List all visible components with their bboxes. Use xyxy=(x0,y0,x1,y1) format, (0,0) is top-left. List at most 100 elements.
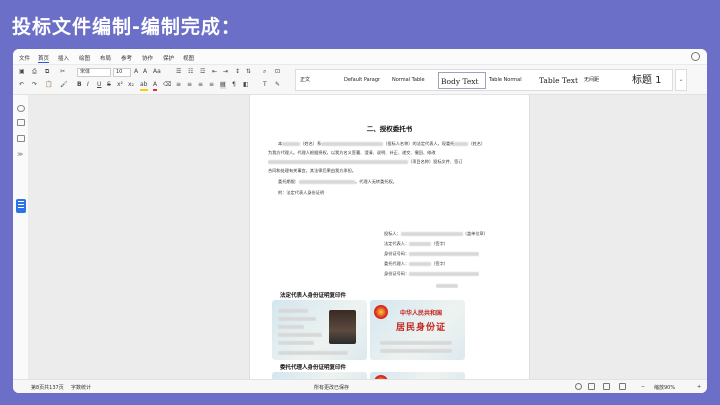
menu-home[interactable]: 首页 xyxy=(38,54,50,63)
highlight-icon[interactable]: ab xyxy=(140,81,148,91)
document-page[interactable]: 二、授权委托书 本（姓名）系 （投标人名称）的法定代表人，现委托 （姓名） 为我方代… xyxy=(249,95,530,379)
cut-icon[interactable]: ✂ xyxy=(60,68,65,76)
distributed-icon[interactable]: ▤ xyxy=(220,81,226,89)
style-gallery: 正文 Default Paragr Normal Table Body Text… xyxy=(295,69,673,91)
id-card-front xyxy=(272,300,367,360)
signature-line: 法定代表人： （签字） xyxy=(384,241,448,246)
menu-draw[interactable]: 绘图 xyxy=(79,54,90,62)
page-info[interactable]: 第8页共137页 xyxy=(31,384,64,391)
card-country: 中华人民共和国 xyxy=(400,310,443,317)
paste-icon[interactable]: 📋 xyxy=(45,81,52,89)
paragraph-line: 为我方代理人。代理人根据授权，以我方名义签署、澄清、说明、补正、递交、撤回、修改 xyxy=(268,150,436,155)
navigation-icon[interactable] xyxy=(16,199,26,213)
doc-title: 二、授权委托书 xyxy=(366,125,413,133)
signature-line: 身份证号码： xyxy=(384,271,480,277)
paragraph-line: 附：法定代表人身份证明 xyxy=(278,190,325,195)
section-heading: 法定代表人身份证明复印件 xyxy=(280,293,347,299)
slide-title: 投标文件编制-编制完成： xyxy=(12,16,241,38)
style-default-paragraph[interactable]: Default Paragr xyxy=(344,72,390,89)
document-canvas: 二、授权委托书 本（姓名）系 （投标人名称）的法定代表人，现委托 （姓名） 为我方代… xyxy=(29,95,707,379)
grow-font-icon[interactable]: A xyxy=(134,68,138,76)
shrink-font-icon[interactable]: A xyxy=(143,68,147,76)
menu-references[interactable]: 参考 xyxy=(121,54,132,62)
comment-icon[interactable] xyxy=(17,119,25,126)
clear-format-icon[interactable]: ⌫ xyxy=(163,81,171,89)
signature-line: 委托代理人： （签字） xyxy=(384,261,448,266)
page-view-icon[interactable] xyxy=(603,383,610,390)
feedback-icon[interactable]: ≫ xyxy=(17,151,25,158)
paragraph-line: 本（姓名）系 （投标人名称）的法定代表人，现委托 （姓名） xyxy=(278,141,486,146)
style-heading-1[interactable]: 标题 1 xyxy=(630,72,672,89)
redo-icon[interactable]: ↷ xyxy=(32,81,37,89)
menu-bar: 文件 首页 插入 绘图 布局 参考 协作 保护 视图 xyxy=(13,49,707,65)
numbering-icon[interactable]: ☷ xyxy=(188,68,193,76)
left-sidebar: ≫ xyxy=(13,95,29,379)
find-icon[interactable]: ⌕ xyxy=(263,68,266,76)
copy-icon[interactable]: ⧉ xyxy=(45,68,49,76)
paragraph-line: （项目名称）投标文件、签订 xyxy=(268,159,462,165)
decrease-indent-icon[interactable]: ⇤ xyxy=(212,68,217,76)
id-card-back: 中华人民共和国 居民身份证 xyxy=(370,300,465,360)
undo-icon[interactable]: ↶ xyxy=(19,81,24,89)
menu-view[interactable]: 视图 xyxy=(183,54,194,62)
section-heading: 委托代理人身份证明复印件 xyxy=(280,365,347,371)
print-icon[interactable]: ⎙ xyxy=(32,68,37,76)
italic-icon[interactable]: I xyxy=(87,81,89,89)
search-icon[interactable] xyxy=(691,52,700,61)
chevron-down-icon[interactable]: ⌄ xyxy=(675,69,687,91)
menu-protect[interactable]: 保护 xyxy=(163,54,174,62)
format-painter-icon[interactable]: 🖌 xyxy=(60,81,68,89)
sort-icon[interactable]: ⇅ xyxy=(246,68,251,76)
font-size-select[interactable]: 10 xyxy=(113,68,131,77)
multilevel-list-icon[interactable]: ☲ xyxy=(200,68,205,76)
style-no-spacing[interactable]: 无间距 xyxy=(584,72,628,89)
underline-icon[interactable]: U xyxy=(97,81,101,89)
word-count[interactable]: 字数统计 xyxy=(71,384,91,391)
style-body-text[interactable]: Body Text xyxy=(438,72,486,89)
menu-file[interactable]: 文件 xyxy=(19,54,30,62)
style-normal[interactable]: 正文 xyxy=(300,72,342,89)
zoom-level[interactable]: 缩放90% xyxy=(654,384,675,391)
web-view-icon[interactable] xyxy=(619,383,626,390)
align-left-icon[interactable]: ≡ xyxy=(176,81,181,89)
id-card-front-2 xyxy=(272,372,367,379)
menu-collaborate[interactable]: 协作 xyxy=(142,54,153,62)
id-card-back-2 xyxy=(370,372,465,379)
align-center-icon[interactable]: ≡ xyxy=(187,81,192,89)
line-spacing-icon[interactable]: ↕ xyxy=(235,68,240,76)
paragraph-mark-icon[interactable]: ¶ xyxy=(232,81,236,89)
style-table-normal[interactable]: Table Normal xyxy=(488,72,534,89)
chat-icon[interactable] xyxy=(17,135,25,142)
zoom-out-icon[interactable]: − xyxy=(641,384,645,390)
strikethrough-icon[interactable]: S xyxy=(107,81,111,89)
style-normal-table[interactable]: Normal Table xyxy=(392,72,436,89)
zoom-in-icon[interactable]: + xyxy=(697,384,701,390)
editor-window: 文件 首页 插入 绘图 布局 参考 协作 保护 视图 ▣ ↶ ⎙ ↷ ⧉ 📋 ✂… xyxy=(13,49,707,393)
date-line xyxy=(436,283,458,288)
search-panel-icon[interactable] xyxy=(17,105,25,112)
shading-icon[interactable]: ◧ xyxy=(243,81,249,89)
save-icon[interactable]: ▣ xyxy=(19,68,25,76)
font-name-select[interactable]: 宋体 xyxy=(77,68,111,77)
align-right-icon[interactable]: ≡ xyxy=(198,81,203,89)
save-status: 所有更改已保存 xyxy=(314,385,350,391)
increase-indent-icon[interactable]: ⇥ xyxy=(223,68,228,76)
id-photo xyxy=(329,310,356,344)
text-style-icon[interactable]: T xyxy=(263,81,267,89)
menu-layout[interactable]: 布局 xyxy=(100,54,111,62)
subscript-icon[interactable]: x₂ xyxy=(128,81,134,89)
style-table-text[interactable]: Table Text xyxy=(536,72,582,89)
globe-icon[interactable] xyxy=(575,383,582,390)
font-color-icon[interactable]: A xyxy=(153,81,158,91)
signature-line: 身份证号码： xyxy=(384,251,480,257)
eraser-icon[interactable]: ✎ xyxy=(275,81,280,89)
read-mode-icon[interactable] xyxy=(588,383,595,390)
signature-line: 投标人： （盖单位章） xyxy=(384,231,488,236)
insert-image-icon[interactable]: ⊡ xyxy=(275,68,280,76)
menu-insert[interactable]: 插入 xyxy=(58,54,69,62)
bullets-icon[interactable]: ☰ xyxy=(176,68,181,76)
change-case-icon[interactable]: Aa xyxy=(153,68,161,76)
superscript-icon[interactable]: x² xyxy=(117,81,123,89)
bold-icon[interactable]: B xyxy=(77,81,82,89)
justify-icon[interactable]: ≡ xyxy=(209,81,214,89)
